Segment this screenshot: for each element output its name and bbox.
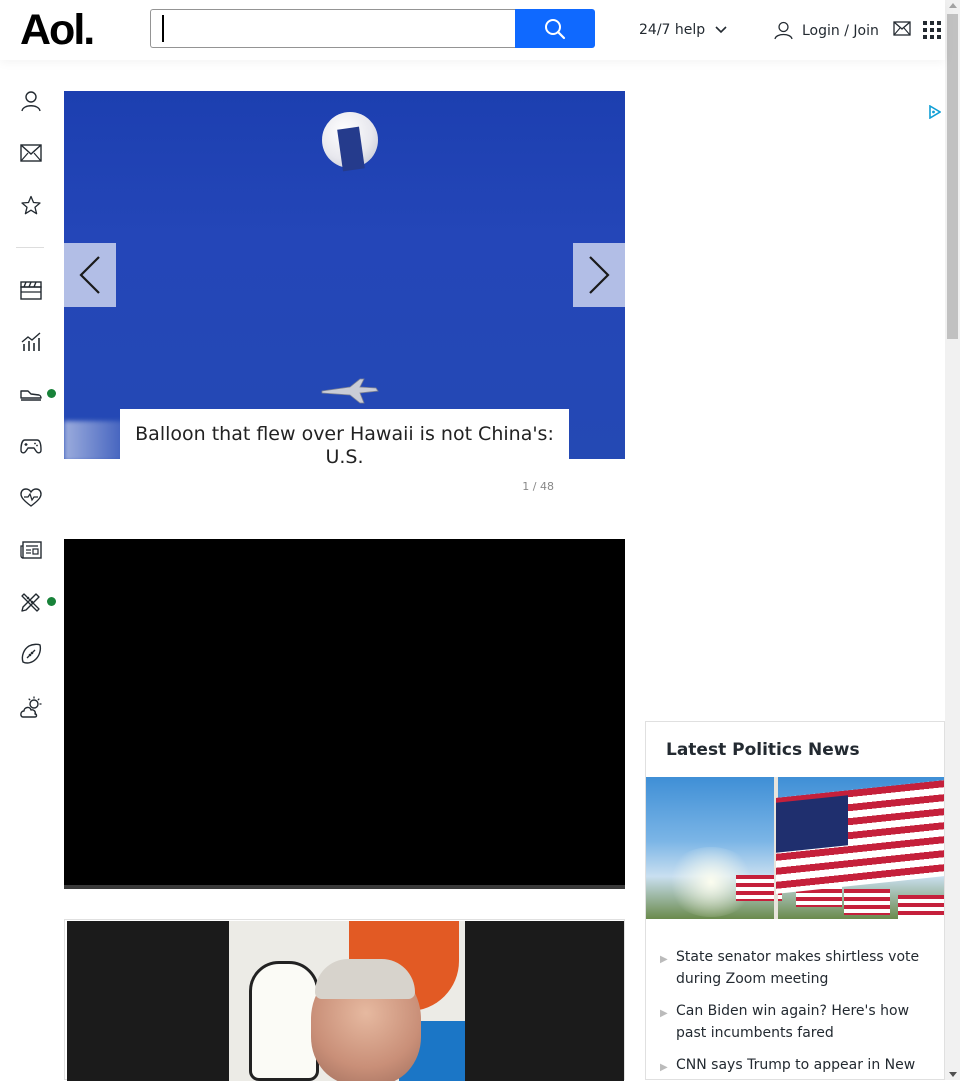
apps-grid-icon bbox=[923, 21, 941, 39]
star-icon bbox=[21, 195, 41, 215]
rail-item-mail[interactable] bbox=[18, 140, 44, 166]
video-thumbnail-card[interactable] bbox=[64, 919, 625, 1081]
user-icon bbox=[774, 21, 793, 40]
chevron-down-icon bbox=[715, 26, 727, 34]
news-headline: State senator makes shirtless vote durin… bbox=[676, 949, 920, 987]
apps-button[interactable] bbox=[923, 21, 941, 43]
rail-item-sports[interactable] bbox=[18, 641, 44, 667]
help-label: 24/7 help bbox=[639, 22, 706, 38]
slideshow-prev-button[interactable] bbox=[64, 243, 116, 307]
politics-news-title[interactable]: Latest Politics News bbox=[666, 740, 860, 760]
newspaper-icon bbox=[20, 541, 42, 559]
football-icon bbox=[21, 643, 42, 664]
chevron-right-icon bbox=[589, 256, 610, 294]
rail-item-profile[interactable] bbox=[18, 88, 44, 114]
person-hair bbox=[315, 959, 415, 999]
sneaker-icon bbox=[20, 390, 42, 401]
bullet-triangle-icon: ▶ bbox=[660, 1062, 668, 1073]
chart-icon bbox=[21, 332, 41, 351]
rail-item-health[interactable] bbox=[18, 485, 44, 511]
rail-item-shopping[interactable] bbox=[18, 381, 44, 407]
video-progress-bar[interactable] bbox=[64, 885, 625, 889]
bullet-triangle-icon: ▶ bbox=[660, 1008, 668, 1019]
mail-icon bbox=[893, 21, 911, 36]
login-link[interactable]: Login / Join bbox=[774, 21, 879, 40]
clapperboard-icon bbox=[20, 281, 42, 300]
help-menu[interactable]: 24/7 help bbox=[639, 22, 727, 38]
adchoices-icon[interactable] bbox=[929, 105, 941, 119]
rail-item-lifestyle[interactable] bbox=[18, 589, 44, 615]
list-item[interactable]: ▶ State senator makes shirtless vote dur… bbox=[656, 946, 936, 990]
rail-divider bbox=[16, 247, 44, 248]
page-scrollbar[interactable] bbox=[945, 0, 960, 1080]
thumbnail-cartoon bbox=[229, 921, 465, 1081]
news-headline: Can Biden win again? Here's how past inc… bbox=[676, 1003, 910, 1041]
pencil-ruler-icon bbox=[21, 593, 40, 612]
chevron-left-icon bbox=[79, 256, 100, 294]
text-cursor bbox=[162, 15, 164, 42]
small-flag bbox=[844, 889, 890, 915]
login-label: Login / Join bbox=[802, 22, 879, 39]
bullet-triangle-icon: ▶ bbox=[660, 954, 668, 965]
scroll-down-arrow-icon[interactable] bbox=[949, 1072, 957, 1077]
slideshow-caption-text: Balloon that flew over Hawaii is not Chi… bbox=[135, 423, 554, 468]
news-headline: CNN says Trump to appear in New bbox=[676, 1057, 916, 1073]
list-item[interactable]: ▶ CNN says Trump to appear in New bbox=[656, 1054, 936, 1076]
photo-slideshow[interactable] bbox=[64, 91, 625, 459]
user-icon bbox=[21, 91, 41, 112]
politics-news-image[interactable] bbox=[646, 777, 944, 919]
scrollbar-thumb[interactable] bbox=[947, 14, 958, 339]
flag-canton bbox=[776, 795, 848, 853]
list-item[interactable]: ▶ Can Biden win again? Here's how past i… bbox=[656, 1000, 936, 1044]
politics-news-module: Latest Politics News ▶ State senator mak… bbox=[645, 721, 945, 1080]
search-icon bbox=[545, 18, 566, 39]
search-input[interactable] bbox=[151, 10, 516, 47]
rail-item-finance[interactable] bbox=[18, 329, 44, 355]
rail-badge-lifestyle bbox=[47, 597, 56, 606]
search-button[interactable] bbox=[515, 9, 595, 48]
jet-image bbox=[321, 378, 379, 404]
video-player[interactable] bbox=[64, 539, 625, 889]
scroll-up-arrow-icon[interactable] bbox=[949, 3, 957, 8]
mail-button[interactable] bbox=[893, 21, 911, 40]
top-header: Aol. 24/7 help Login / Join bbox=[0, 0, 945, 60]
weather-icon bbox=[20, 696, 42, 718]
rail-badge-shopping bbox=[47, 389, 56, 398]
mail-icon bbox=[20, 144, 42, 162]
politics-news-list: ▶ State senator makes shirtless vote dur… bbox=[656, 946, 936, 1086]
small-flag bbox=[898, 895, 944, 919]
rail-item-weather[interactable] bbox=[18, 694, 44, 720]
slideshow-caption[interactable]: Balloon that flew over Hawaii is not Chi… bbox=[120, 409, 569, 471]
rail-item-entertainment[interactable] bbox=[18, 277, 44, 303]
search-box[interactable] bbox=[150, 9, 516, 48]
rail-item-games[interactable] bbox=[18, 433, 44, 459]
video-thumbnail-image bbox=[67, 921, 624, 1081]
gamepad-icon bbox=[20, 439, 42, 454]
slideshow-counter: 1 / 48 bbox=[522, 480, 554, 493]
cartoon-tooth bbox=[249, 961, 319, 1081]
rail-item-news[interactable] bbox=[18, 537, 44, 563]
heart-icon bbox=[20, 488, 42, 507]
rail-item-favorites[interactable] bbox=[18, 192, 44, 218]
aol-logo[interactable]: Aol. bbox=[20, 8, 95, 52]
slideshow-next-button[interactable] bbox=[573, 243, 625, 307]
